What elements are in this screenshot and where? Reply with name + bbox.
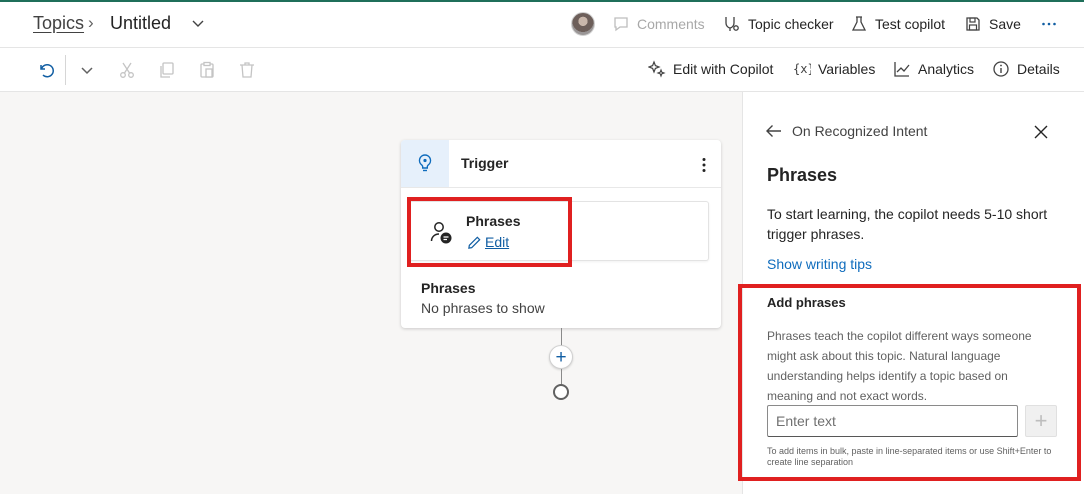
connector-line (561, 328, 562, 346)
trigger-divider (401, 187, 721, 188)
panel-title: Phrases (767, 165, 838, 185)
more-icon[interactable] (697, 157, 711, 173)
phrases-section-label: Phrases (421, 280, 476, 296)
phrases-empty-text: No phrases to show (421, 300, 545, 316)
lightbulb-icon (418, 154, 432, 172)
test-copilot-label: Test copilot (875, 16, 946, 32)
avatar[interactable] (571, 12, 595, 36)
copilot-sparkle-icon (648, 60, 666, 78)
details-label: Details (1017, 61, 1060, 77)
show-writing-tips-link[interactable]: Show writing tips (767, 256, 872, 272)
topic-title[interactable]: Untitled (110, 13, 171, 34)
topic-checker-button[interactable]: Topic checker (723, 15, 834, 33)
trigger-icon-container (401, 140, 449, 187)
breadcrumb-topics-link[interactable]: Topics (33, 13, 84, 34)
trigger-title: Trigger (461, 155, 509, 171)
comments-label: Comments (637, 16, 705, 32)
save-button[interactable]: Save (964, 15, 1021, 33)
breadcrumb-separator: › (88, 13, 94, 32)
analytics-icon (894, 62, 910, 77)
details-button[interactable]: Details (992, 60, 1060, 78)
add-node-button[interactable]: + (549, 345, 573, 369)
highlight-box (738, 284, 1081, 481)
save-label: Save (989, 16, 1021, 32)
variables-icon: {x} (793, 62, 811, 76)
more-icon[interactable] (1041, 16, 1057, 32)
beaker-icon (851, 16, 867, 31)
arrow-left-icon[interactable] (765, 123, 783, 139)
command-divider (65, 55, 66, 85)
chevron-down-icon[interactable] (190, 15, 206, 31)
topic-checker-icon (725, 17, 739, 31)
highlight-box (407, 197, 572, 267)
panel-description: To start learning, the copilot needs 5-1… (767, 206, 1048, 242)
variables-label: Variables (818, 61, 876, 77)
copy-icon[interactable] (157, 60, 177, 80)
save-icon (966, 17, 980, 31)
info-icon (993, 61, 1009, 77)
svg-text:{x}: {x} (793, 62, 811, 76)
paste-icon[interactable] (197, 60, 217, 80)
undo-icon[interactable] (35, 60, 55, 80)
panel-breadcrumb: On Recognized Intent (792, 123, 928, 139)
test-copilot-button[interactable]: Test copilot (850, 15, 945, 33)
connector-line (561, 369, 562, 385)
topic-checker-label: Topic checker (748, 16, 834, 32)
variables-button[interactable]: {x} Variables (793, 60, 875, 78)
chevron-down-icon[interactable] (77, 60, 97, 80)
end-node (553, 384, 569, 400)
analytics-label: Analytics (918, 61, 975, 77)
close-icon[interactable] (1034, 125, 1048, 139)
analytics-button[interactable]: Analytics (893, 60, 974, 78)
cut-icon[interactable] (117, 60, 137, 80)
edit-with-copilot-label: Edit with Copilot (673, 61, 774, 77)
comment-icon (614, 17, 628, 32)
edit-with-copilot-button[interactable]: Edit with Copilot (648, 60, 773, 78)
plus-icon: + (555, 346, 567, 368)
comments-button[interactable]: Comments (612, 15, 705, 33)
delete-icon[interactable] (237, 60, 257, 80)
